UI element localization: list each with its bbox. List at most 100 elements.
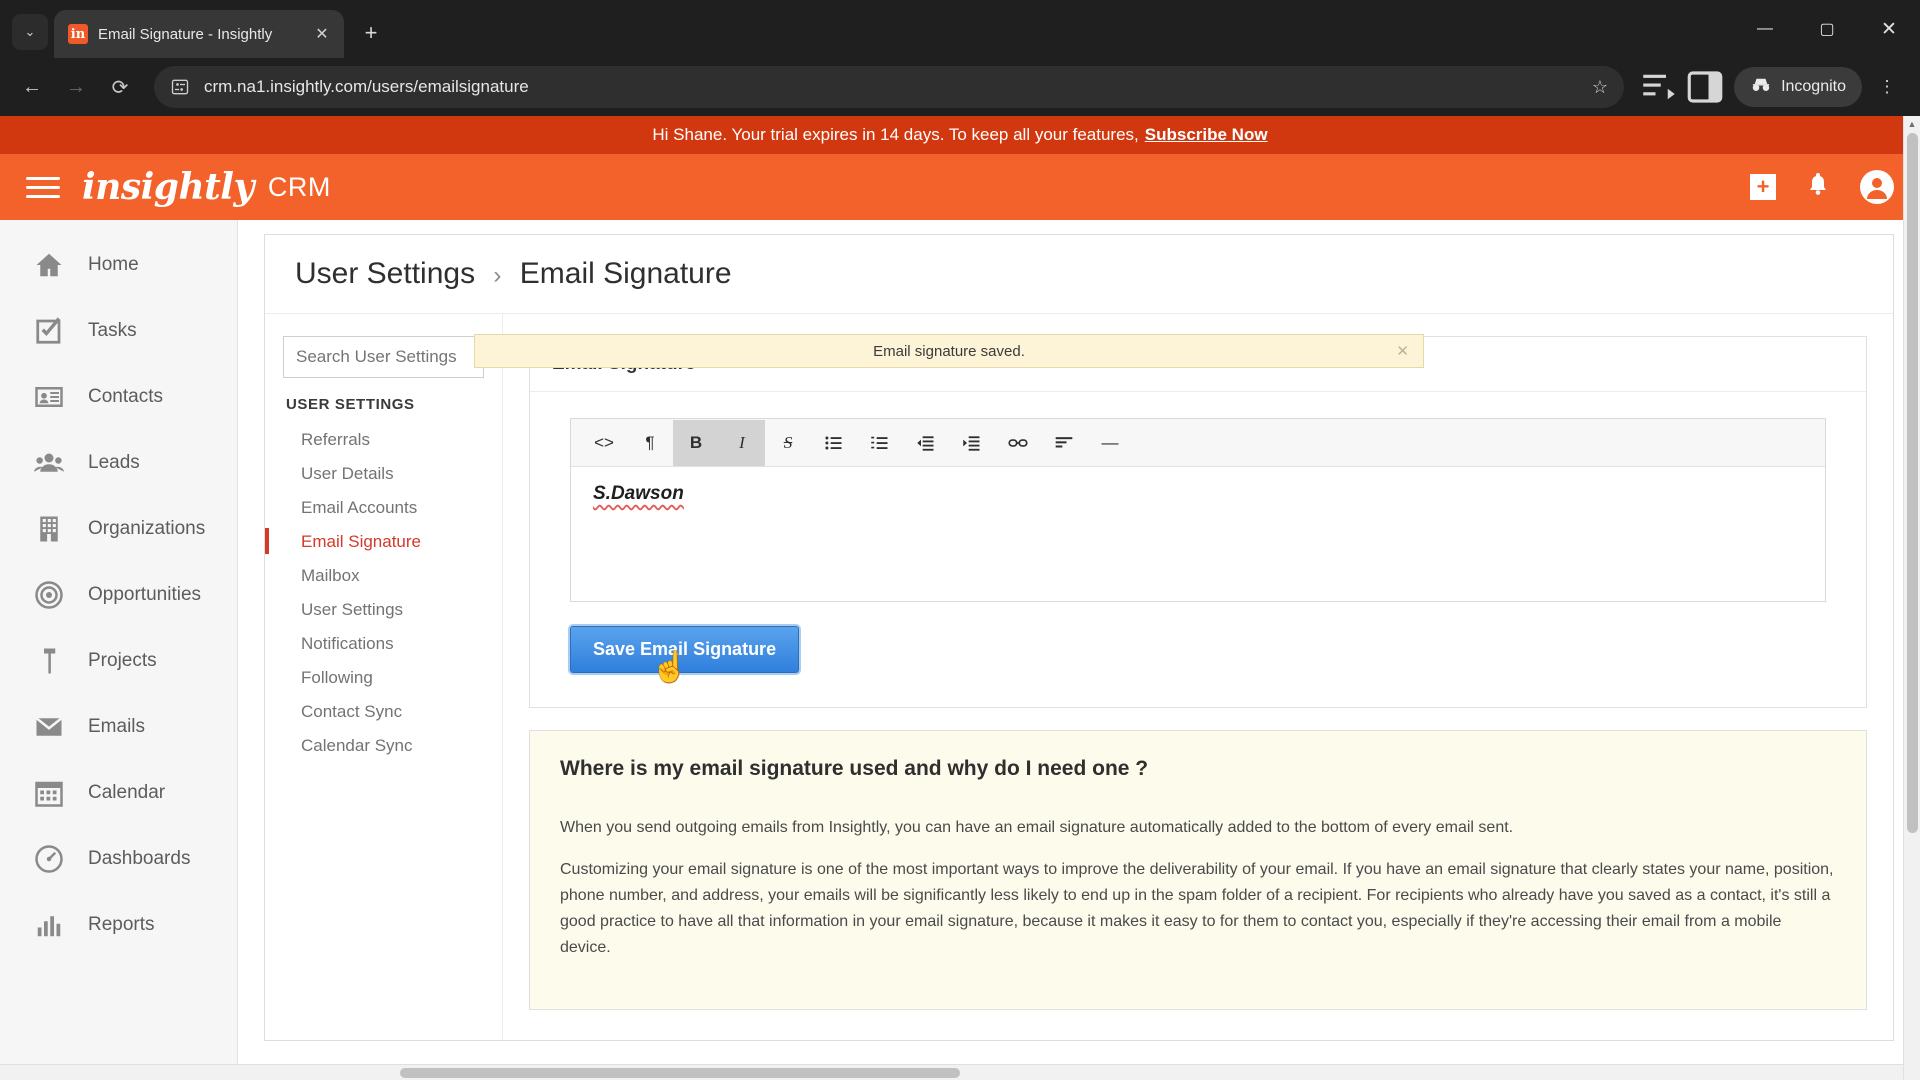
outdent-icon[interactable] <box>903 420 949 466</box>
horizontal-scrollbar[interactable] <box>0 1064 1903 1080</box>
insightly-logo[interactable]: insightly <box>82 166 254 208</box>
bookmark-star-icon[interactable]: ☆ <box>1592 77 1608 98</box>
sidebar-item-tasks[interactable]: Tasks <box>0 298 237 364</box>
settings-item-referrals[interactable]: Referrals <box>283 423 484 457</box>
envelope-icon <box>32 710 66 744</box>
sidebar-label: Dashboards <box>88 848 191 869</box>
back-icon[interactable]: ← <box>12 67 52 107</box>
forward-icon[interactable]: → <box>56 67 96 107</box>
horizontal-rule-icon[interactable]: — <box>1087 420 1133 466</box>
settings-item-following[interactable]: Following <box>283 661 484 695</box>
scrollbar-thumb[interactable] <box>1907 133 1918 833</box>
sidebar-item-contacts[interactable]: Contacts <box>0 364 237 430</box>
site-settings-icon[interactable] <box>170 77 190 97</box>
reload-icon[interactable]: ⟳ <box>100 67 140 107</box>
browser-menu-icon[interactable]: ⋮ <box>1866 66 1908 108</box>
sidebar-label: Tasks <box>88 320 137 341</box>
settings-item-calendar-sync[interactable]: Calendar Sync <box>283 729 484 763</box>
sidebar-item-projects[interactable]: Projects <box>0 628 237 694</box>
sidebar-item-organizations[interactable]: Organizations <box>0 496 237 562</box>
leads-people-icon <box>32 446 66 480</box>
add-new-icon[interactable]: + <box>1750 174 1776 200</box>
insightly-favicon: in <box>68 24 88 44</box>
new-tab-button[interactable]: + <box>354 16 388 50</box>
maximize-button[interactable]: ▢ <box>1796 0 1858 58</box>
strikethrough-icon[interactable]: S <box>765 420 811 466</box>
settings-item-user-settings[interactable]: User Settings <box>283 593 484 627</box>
home-icon <box>32 248 66 282</box>
trial-message: Hi Shane. Your trial expires in 14 days.… <box>652 125 1139 144</box>
tab-title: Email Signature - Insightly <box>98 25 273 43</box>
hscrollbar-thumb[interactable] <box>400 1068 960 1078</box>
breadcrumb-separator: › <box>493 262 502 289</box>
help-title: Where is my email signature used and why… <box>560 757 1149 780</box>
sidebar-label: Projects <box>88 650 157 671</box>
save-email-signature-button[interactable]: Save Email Signature ☝ <box>570 626 800 683</box>
sidebar-item-dashboards[interactable]: Dashboards <box>0 826 237 892</box>
sidebar-label: Reports <box>88 914 155 935</box>
page-viewport: Hi Shane. Your trial expires in 14 days.… <box>0 116 1920 1080</box>
sidebar-item-home[interactable]: Home <box>0 232 237 298</box>
settings-item-mailbox[interactable]: Mailbox <box>283 559 484 593</box>
chevron-down-icon: ⌄ <box>24 24 36 39</box>
search-user-settings[interactable] <box>283 336 543 378</box>
sidebar-item-opportunities[interactable]: Opportunities <box>0 562 237 628</box>
hamburger-menu-icon[interactable] <box>26 176 60 198</box>
settings-section-heading: USER SETTINGS <box>286 396 415 413</box>
numbered-list-icon[interactable] <box>857 420 903 466</box>
align-icon[interactable] <box>1041 420 1087 466</box>
sidebar-item-calendar[interactable]: Calendar <box>0 760 237 826</box>
sidebar-label: Calendar <box>88 782 166 803</box>
app-header: insightly CRM + Email signature saved. ✕ <box>0 154 1920 368</box>
crm-label: CRM <box>267 171 331 202</box>
signature-editor: <> ¶ B I S — S.Dawson <box>570 418 1826 602</box>
tab-search-button[interactable]: ⌄ <box>12 14 48 50</box>
browser-tab[interactable]: in Email Signature - Insightly ✕ <box>54 10 344 58</box>
scroll-up-arrow[interactable]: ▲ <box>1904 116 1920 133</box>
breadcrumb-parent[interactable]: User Settings <box>295 257 475 290</box>
settings-item-email-signature[interactable]: Email Signature <box>265 525 484 559</box>
code-view-icon[interactable]: <> <box>581 420 627 466</box>
settings-item-contact-sync[interactable]: Contact Sync <box>283 695 484 729</box>
signature-content-area[interactable]: S.Dawson <box>571 467 1825 601</box>
side-panel-icon[interactable] <box>1684 66 1726 108</box>
header-actions: + <box>1750 170 1894 204</box>
bell-icon[interactable] <box>1806 171 1830 204</box>
settings-item-notifications[interactable]: Notifications <box>283 627 484 661</box>
incognito-indicator[interactable]: Incognito <box>1734 67 1862 107</box>
settings-item-user-details[interactable]: User Details <box>283 457 484 491</box>
trial-banner: Hi Shane. Your trial expires in 14 days.… <box>0 116 1920 154</box>
indent-icon[interactable] <box>949 420 995 466</box>
calendar-icon <box>32 776 66 810</box>
minimize-button[interactable]: — <box>1734 0 1796 58</box>
paragraph-icon[interactable]: ¶ <box>627 420 673 466</box>
hammer-icon <box>32 644 66 678</box>
reading-list-icon[interactable] <box>1638 66 1680 108</box>
help-panel: Where is my email signature used and why… <box>529 730 1867 1010</box>
window-controls: — ▢ ✕ <box>1734 0 1920 58</box>
gauge-icon <box>32 842 66 876</box>
sidebar-item-leads[interactable]: Leads <box>0 430 237 496</box>
editor-toolbar: <> ¶ B I S — <box>571 419 1825 467</box>
settings-nav-column: USER SETTINGS Referrals User Details Ema… <box>265 314 543 1040</box>
settings-item-email-accounts[interactable]: Email Accounts <box>283 491 484 525</box>
close-icon[interactable]: ✕ <box>310 24 334 44</box>
window-close-button[interactable]: ✕ <box>1858 0 1920 58</box>
toast-close-icon[interactable]: ✕ <box>1396 342 1409 360</box>
sidebar-label: Leads <box>88 452 140 473</box>
sidebar-item-reports[interactable]: Reports <box>0 892 237 958</box>
italic-icon[interactable]: I <box>719 419 765 466</box>
panel-body: <> ¶ B I S — S.Dawson Save Email Signatu… <box>530 392 1866 707</box>
settings-detail-column: Email Signature <> ¶ B I S <box>503 314 1893 1040</box>
address-bar[interactable]: crm.na1.insightly.com/users/emailsignatu… <box>154 66 1625 108</box>
link-icon[interactable] <box>995 420 1041 466</box>
bullet-list-icon[interactable] <box>811 420 857 466</box>
avatar[interactable] <box>1860 170 1894 204</box>
subscribe-now-link[interactable]: Subscribe Now <box>1145 125 1268 145</box>
page-title: User Settings › Email Signature <box>265 235 1893 314</box>
bold-icon[interactable]: B <box>673 419 719 466</box>
sidebar-item-emails[interactable]: Emails <box>0 694 237 760</box>
sidebar-label: Home <box>88 254 139 275</box>
vertical-scrollbar[interactable]: ▲ <box>1903 116 1920 1080</box>
email-signature-panel: Email Signature <> ¶ B I S <box>529 336 1867 708</box>
